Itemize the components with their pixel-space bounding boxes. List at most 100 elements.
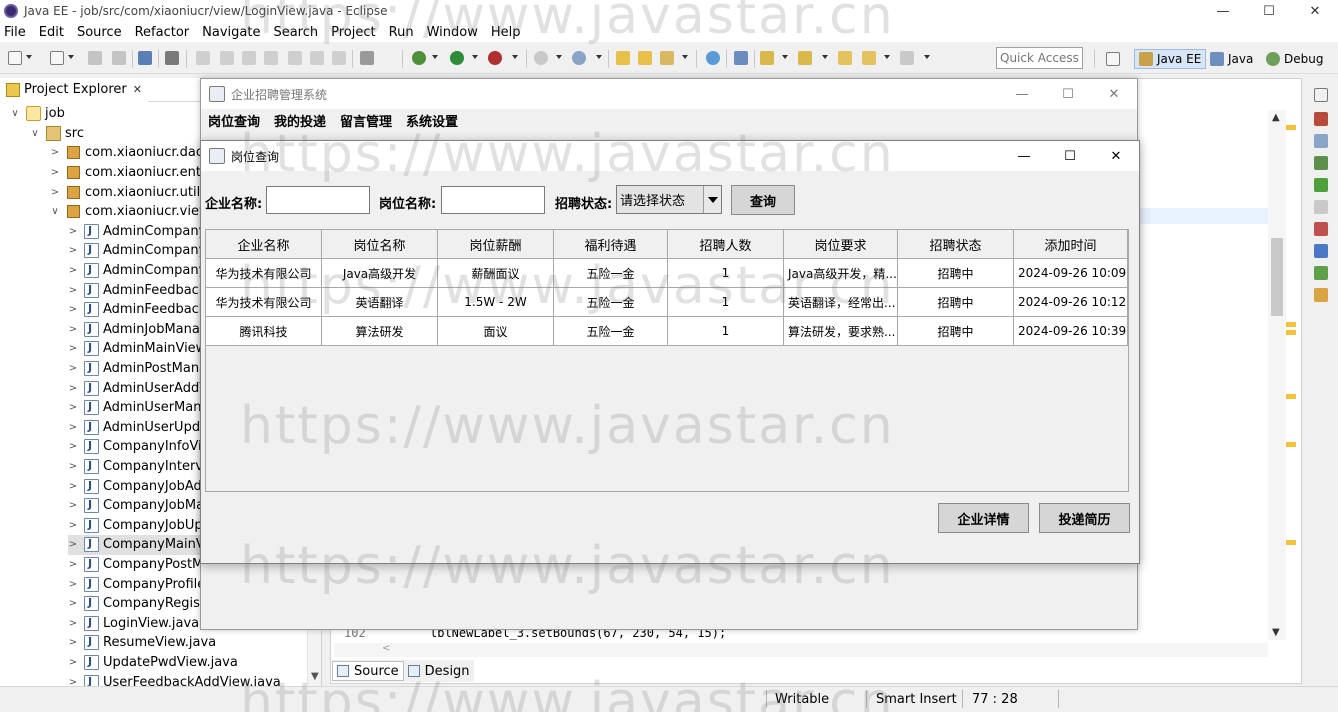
apply-resume-button[interactable]: 投递简历 (1039, 503, 1130, 533)
pencil-dropdown-icon[interactable] (682, 55, 688, 59)
menu-search[interactable]: Search (273, 25, 318, 40)
new-server-dropdown-icon[interactable] (556, 55, 562, 59)
menu-file[interactable]: File (4, 25, 26, 40)
menu-refactor[interactable]: Refactor (135, 25, 190, 40)
pencil-icon[interactable] (660, 51, 674, 65)
console-view-icon[interactable] (1314, 244, 1328, 258)
tree-item[interactable]: ∨ job (10, 104, 65, 124)
disconnect-icon[interactable] (264, 51, 278, 65)
overview-ruler-mark[interactable] (1286, 540, 1296, 545)
perspective-java[interactable]: Java (1210, 50, 1253, 68)
menu-window[interactable]: Window (427, 25, 478, 40)
chevron-right-icon[interactable]: > (68, 481, 78, 492)
table-row[interactable]: 华为技术有限公司 Java高级开发 薪酬面议 五险一金 1 Java高级开发，精... 招聘… (206, 259, 1128, 288)
column-header[interactable]: 添加时间 (1014, 230, 1128, 259)
menu-message-management[interactable]: 留言管理 (340, 111, 392, 130)
editor-vertical-scrollbar[interactable] (1268, 110, 1286, 640)
debug-icon[interactable] (412, 51, 426, 65)
scroll-down-icon[interactable]: ▼ (1272, 627, 1280, 638)
tree-item[interactable]: > com.xiaoniucr.entity (50, 163, 218, 183)
servers-icon[interactable] (1314, 178, 1328, 192)
chevron-right-icon[interactable]: > (68, 226, 78, 237)
restore-icon[interactable] (1314, 88, 1328, 102)
job-name-input[interactable] (441, 186, 545, 214)
scroll-up-icon[interactable]: ▲ (1272, 112, 1280, 123)
open-type-icon[interactable] (50, 51, 64, 65)
table-row[interactable]: 华为技术有限公司 英语翻译 1.5W - 2W 五险一金 1 英语翻译，经常出... 招聘中… (206, 288, 1128, 317)
dialog-close-button[interactable]: ✕ (1093, 141, 1139, 171)
forward-dropdown-icon[interactable] (924, 55, 930, 59)
chevron-right-icon[interactable]: > (68, 500, 78, 511)
new-class-dropdown-icon[interactable] (596, 55, 602, 59)
overview-ruler-mark[interactable] (1286, 330, 1296, 335)
column-header[interactable]: 岗位名称 (322, 230, 438, 259)
save-icon[interactable] (88, 51, 102, 65)
forward-icon[interactable] (900, 51, 914, 65)
console-icon[interactable] (138, 51, 152, 65)
chevron-right-icon[interactable]: > (68, 677, 78, 686)
tree-item[interactable]: ∨ src (30, 124, 84, 144)
run-dropdown-icon[interactable] (472, 55, 478, 59)
resume-icon[interactable] (196, 51, 210, 65)
back-icon[interactable] (862, 51, 876, 65)
tree-item[interactable]: > UpdatePwdView.java (68, 653, 238, 673)
chevron-right-icon[interactable]: > (68, 285, 78, 296)
chevron-right-icon[interactable]: > (68, 618, 78, 629)
column-header[interactable]: 招聘状态 (898, 230, 1014, 259)
perspective-java-ee[interactable]: Java EE (1134, 49, 1207, 69)
menu-project[interactable]: Project (331, 25, 375, 40)
snippets-icon[interactable] (1314, 266, 1328, 280)
project-explorer-tab[interactable]: Project Explorer ✕ (0, 78, 148, 102)
chevron-down-icon[interactable]: ∨ (10, 108, 20, 119)
chevron-right-icon[interactable]: > (68, 657, 78, 668)
column-header[interactable]: 企业名称 (206, 230, 322, 259)
chevron-right-icon[interactable]: > (68, 422, 78, 433)
menu-my-applications[interactable]: 我的投递 (274, 111, 326, 130)
suspend-icon[interactable] (220, 51, 234, 65)
quick-access-input[interactable] (996, 47, 1083, 69)
chevron-right-icon[interactable]: > (68, 598, 78, 609)
editor-horizontal-scrollbar[interactable]: < (334, 643, 1268, 657)
run-icon[interactable] (450, 51, 464, 65)
tab-source[interactable]: Source (332, 661, 404, 681)
properties-icon[interactable] (1314, 200, 1328, 214)
chevron-right-icon[interactable]: > (68, 245, 78, 256)
company-detail-button[interactable]: 企业详情 (938, 503, 1029, 533)
step-over-icon[interactable] (310, 51, 324, 65)
chevron-down-icon[interactable]: ∨ (30, 128, 40, 139)
last-edit-location-icon[interactable] (838, 51, 852, 65)
table-row[interactable]: 腾讯科技 算法研发 面议 五险一金 1 算法研发，要求熟... 招聘中 2024-09-26 … (206, 317, 1128, 346)
chevron-right-icon[interactable]: > (68, 304, 78, 315)
column-header[interactable]: 岗位薪酬 (438, 230, 554, 259)
chevron-right-icon[interactable]: > (68, 520, 78, 531)
back-dropdown-icon[interactable] (884, 55, 890, 59)
chevron-right-icon[interactable]: > (68, 363, 78, 374)
open-perspective-icon[interactable] (1106, 52, 1120, 66)
open-project-icon[interactable] (638, 51, 652, 65)
menu-system-settings[interactable]: 系统设置 (406, 111, 458, 130)
dialog-minimize-button[interactable]: — (1001, 141, 1047, 171)
project-explorer-close-icon[interactable]: ✕ (133, 83, 142, 96)
overview-ruler-mark[interactable] (1286, 125, 1296, 130)
chevron-right-icon[interactable]: > (68, 441, 78, 452)
new-icon[interactable] (8, 51, 22, 65)
menu-navigate[interactable]: Navigate (202, 25, 260, 40)
menu-job-search[interactable]: 岗位查询 (208, 111, 260, 130)
use-step-filters-icon[interactable] (360, 51, 374, 65)
perspective-debug[interactable]: Debug (1266, 50, 1323, 68)
chevron-right-icon[interactable]: > (68, 383, 78, 394)
chevron-down-icon[interactable] (703, 186, 721, 213)
chevron-right-icon[interactable]: > (68, 559, 78, 570)
terminate-icon[interactable] (242, 51, 256, 65)
chevron-right-icon[interactable]: > (68, 343, 78, 354)
eclipse-close-button[interactable]: ✕ (1292, 0, 1338, 22)
next-annotation-dropdown-icon[interactable] (782, 55, 788, 59)
menu-run[interactable]: Run (389, 25, 414, 40)
step-into-icon[interactable] (288, 51, 302, 65)
globe-icon[interactable] (706, 51, 720, 65)
main-maximize-button[interactable]: ☐ (1045, 79, 1091, 109)
chevron-right-icon[interactable]: > (50, 187, 60, 198)
chevron-right-icon[interactable]: > (68, 402, 78, 413)
tab-design[interactable]: Design (404, 661, 474, 681)
open-folder-icon[interactable] (616, 51, 630, 65)
